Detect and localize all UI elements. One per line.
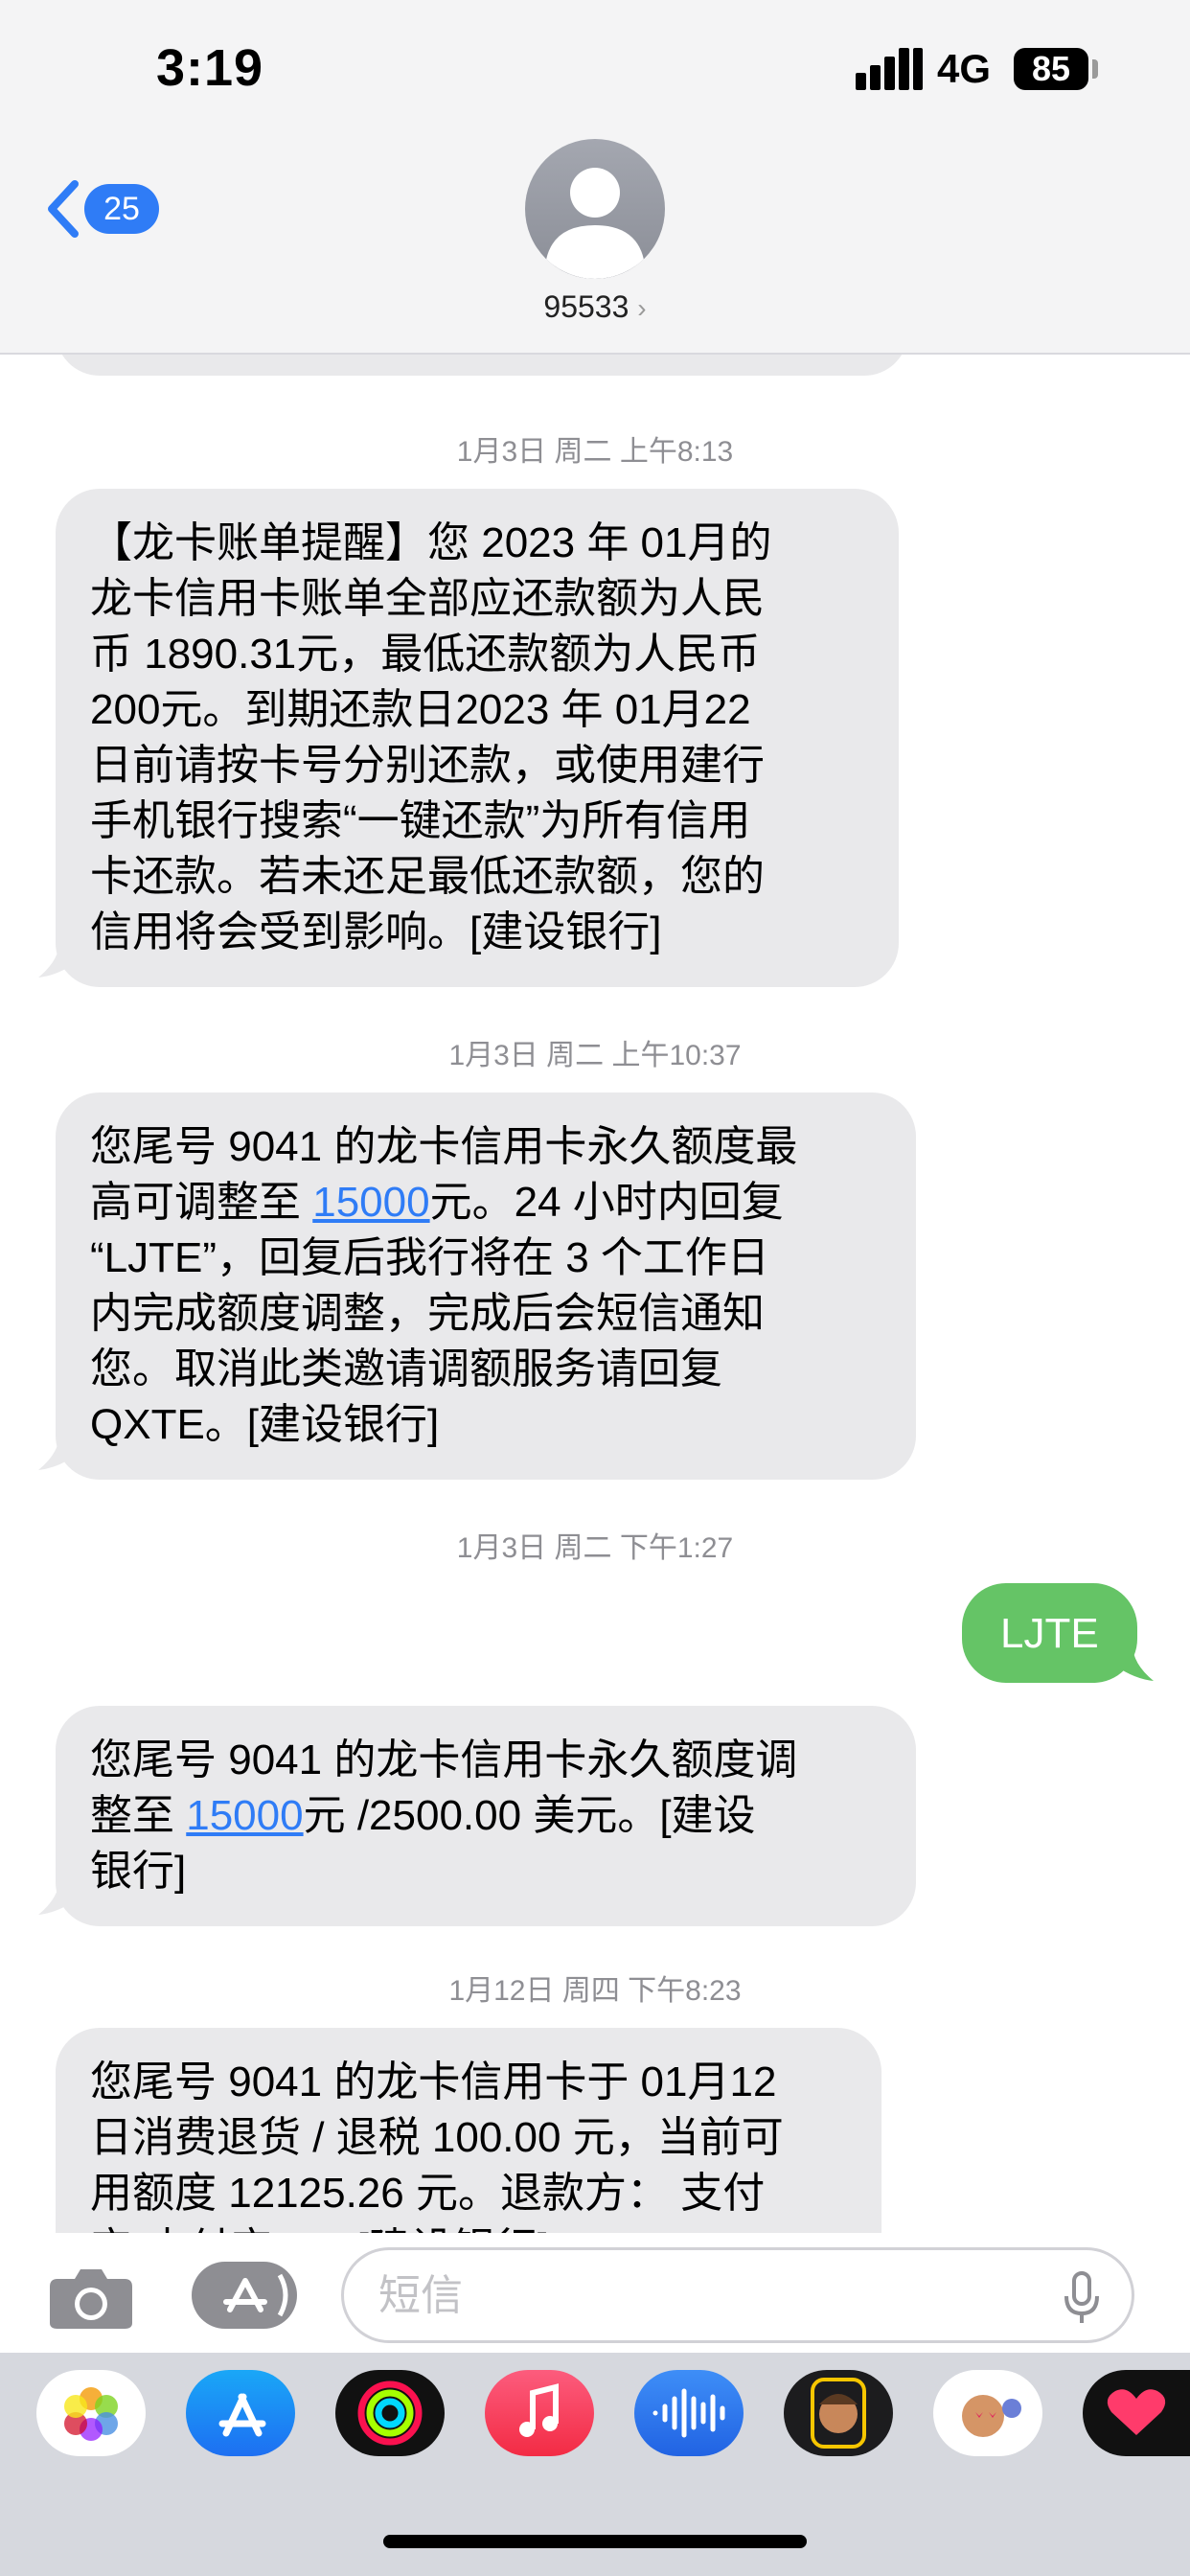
battery-icon: 85 bbox=[1014, 48, 1088, 90]
message-line: 200元。到期还款日2023 年 01月22 bbox=[90, 686, 751, 733]
cellular-signal-icon bbox=[856, 48, 923, 90]
conversation-header: 3:19 4G 85 25 95533 › bbox=[0, 0, 1190, 355]
imessage-app-tray bbox=[0, 2353, 1190, 2576]
memoji-icon[interactable] bbox=[784, 2370, 893, 2456]
bubble-tail bbox=[1115, 1644, 1154, 1681]
message-line: 银行] bbox=[90, 1848, 187, 1895]
message-line: 币 1890.31元，最低还款额为人民币 bbox=[90, 631, 761, 678]
number-link[interactable]: 15000 bbox=[312, 1179, 429, 1226]
back-button[interactable]: 25 bbox=[44, 180, 159, 238]
message-line: 高可调整至 15000元。24 小时内回复 bbox=[90, 1175, 881, 1230]
message-line: QXTE。[建设银行] bbox=[90, 1401, 440, 1448]
message-line: 内完成额度调整，完成后会短信通知 bbox=[90, 1290, 765, 1337]
person-icon bbox=[546, 168, 644, 279]
memoji-stickers-icon[interactable] bbox=[933, 2370, 1042, 2456]
contact-number: 95533 bbox=[543, 289, 629, 324]
message-line: 日消费退货 / 退税 100.00 元，当前可 bbox=[90, 2114, 784, 2161]
message-bubble-outgoing[interactable]: LJTE bbox=[962, 1583, 1137, 1683]
message-text: 高可调整至 bbox=[90, 1179, 313, 1226]
message-timestamp: 1月3日 周二 上午10:37 bbox=[448, 1040, 742, 1071]
message-line: 卡还款。若未还足最低还款额，您的 bbox=[90, 853, 765, 900]
message-bubble-limit-offer[interactable]: 您尾号 9041 的龙卡信用卡永久额度最 高可调整至 15000元。24 小时内… bbox=[56, 1092, 916, 1480]
message-input[interactable] bbox=[378, 2267, 1049, 2325]
activity-icon[interactable] bbox=[335, 2370, 445, 2456]
contact-avatar[interactable] bbox=[525, 139, 665, 279]
chevron-left-icon bbox=[48, 180, 79, 238]
message-bubble-bill-reminder[interactable]: 【龙卡账单提醒】您 2023 年 01月的 龙卡信用卡账单全部应还款额为人民 币… bbox=[56, 489, 899, 987]
message-line: 宝-支付宝……[建设银行] bbox=[90, 2221, 847, 2233]
app-store-icon bbox=[223, 2273, 288, 2317]
audio-message-icon[interactable] bbox=[634, 2370, 744, 2456]
message-bubble-limit-adjusted[interactable]: 您尾号 9041 的龙卡信用卡永久额度调 整至 15000元 /2500.00 … bbox=[56, 1706, 916, 1926]
message-line: 【龙卡账单提醒】您 2023 年 01月的 bbox=[90, 519, 772, 566]
bubble-tail bbox=[38, 941, 77, 978]
app-store-icon[interactable] bbox=[186, 2370, 295, 2456]
message-line: 手机银行搜索“一键还款”为所有信用 bbox=[90, 797, 751, 844]
status-time: 3:19 bbox=[156, 39, 264, 97]
contact-name[interactable]: 95533 › bbox=[0, 289, 1190, 325]
message-line: 您尾号 9041 的龙卡信用卡永久额度最 bbox=[90, 1123, 798, 1170]
digital-touch-icon[interactable] bbox=[1083, 2370, 1190, 2456]
message-line: 龙卡信用卡账单全部应还款额为人民 bbox=[90, 575, 765, 622]
number-link[interactable]: 15000 bbox=[186, 1792, 303, 1839]
message-text: 元 /2500.00 美元。[建设 bbox=[303, 1792, 756, 1839]
message-bubble-refund[interactable]: 您尾号 9041 的龙卡信用卡于 01月12 日消费退货 / 退税 100.00… bbox=[56, 2028, 881, 2233]
message-line: 您。取消此类邀请调额服务请回复 bbox=[90, 1346, 722, 1392]
message-text: 元。24 小时内回复 bbox=[429, 1179, 784, 1226]
battery-tip bbox=[1092, 59, 1098, 79]
message-line: 您尾号 9041 的龙卡信用卡永久额度调 bbox=[90, 1736, 798, 1783]
message-line: 整至 15000元 /2500.00 美元。[建设 bbox=[90, 1788, 881, 1844]
microphone-icon[interactable] bbox=[1063, 2271, 1101, 2325]
camera-icon[interactable] bbox=[48, 2264, 134, 2331]
message-line: “LJTE”，回复后我行将在 3 个工作日 bbox=[90, 1234, 769, 1281]
message-input-field[interactable] bbox=[341, 2247, 1134, 2343]
chevron-right-icon: › bbox=[637, 293, 647, 323]
message-line: 日前请按卡号分别还款，或使用建行 bbox=[90, 742, 765, 789]
unread-count-badge: 25 bbox=[84, 184, 159, 234]
message-timestamp: 1月3日 周二 上午8:13 bbox=[456, 436, 734, 468]
photos-icon[interactable] bbox=[36, 2370, 146, 2456]
message-line: 您尾号 9041 的龙卡信用卡于 01月12 bbox=[90, 2058, 777, 2105]
music-icon[interactable] bbox=[485, 2370, 594, 2456]
bubble-tail bbox=[38, 1878, 77, 1915]
apps-button[interactable] bbox=[192, 2262, 297, 2329]
message-text: 整至 bbox=[90, 1792, 187, 1839]
message-line: 用额度 12125.26 元。退款方： 支付 bbox=[90, 2170, 766, 2217]
compose-bar bbox=[0, 2233, 1190, 2353]
bubble-tail bbox=[38, 1434, 77, 1470]
home-indicator[interactable] bbox=[383, 2535, 807, 2548]
message-timestamp: 1月3日 周二 下午1:27 bbox=[456, 1532, 734, 1564]
message-timestamp: 1月12日 周四 下午8:23 bbox=[448, 1975, 742, 2007]
network-type: 4G bbox=[937, 46, 992, 91]
message-line: 信用将会受到影响。[建设银行] bbox=[90, 908, 662, 955]
